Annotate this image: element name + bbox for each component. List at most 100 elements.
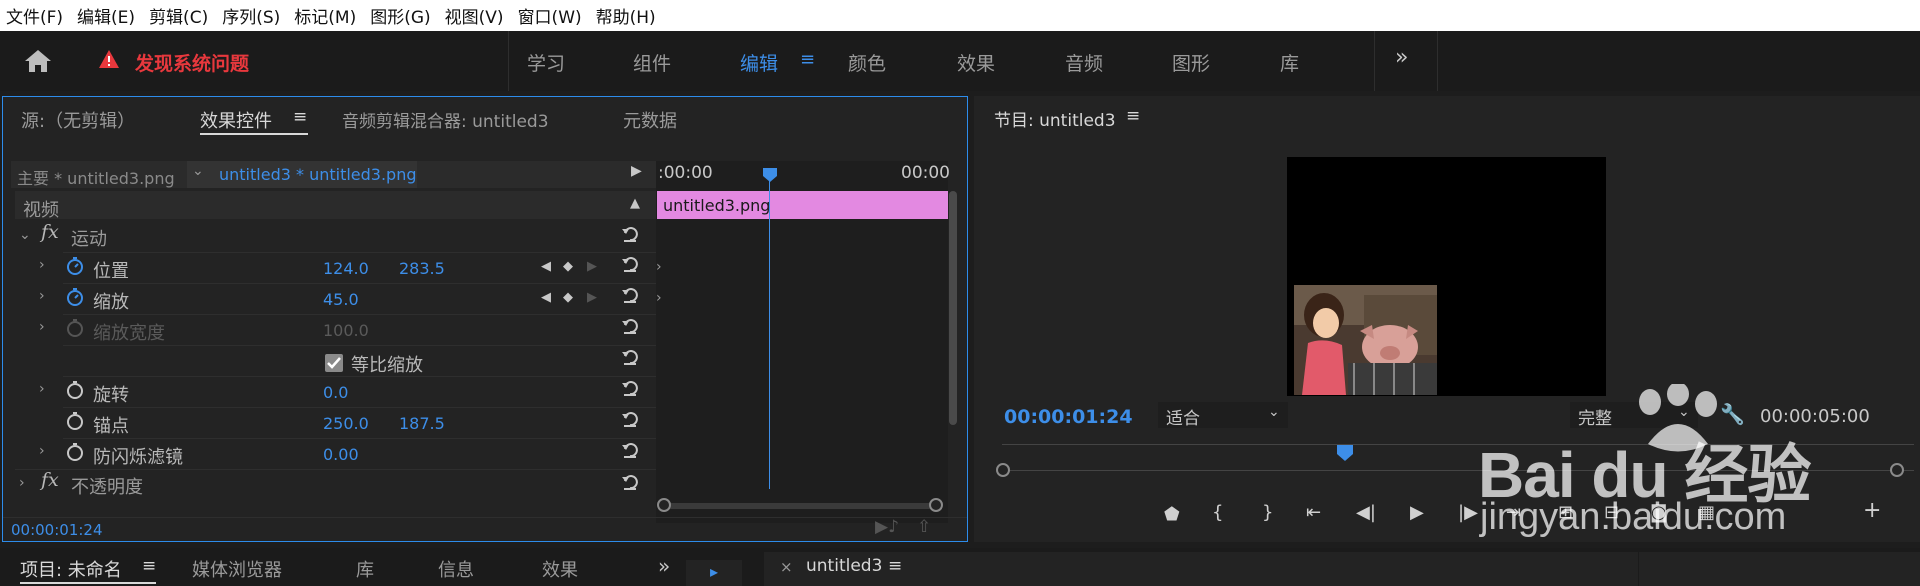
position-x-value[interactable]: 124.0 (323, 259, 369, 278)
zoom-scrollbar[interactable] (663, 503, 939, 509)
quality-dropdown[interactable]: 完整 ⌄ (1570, 402, 1698, 429)
prev-keyframe-icon[interactable]: ◀ (541, 290, 551, 305)
uniform-scale-checkbox[interactable] (325, 354, 343, 372)
anti-flicker-value[interactable]: 0.00 (323, 445, 359, 464)
lift-icon[interactable]: ⊞ (1558, 502, 1573, 523)
stopwatch-icon[interactable] (66, 411, 84, 431)
tab-libraries[interactable]: 库 (1280, 49, 1299, 76)
menu-edit[interactable]: 编辑(E) (77, 3, 135, 28)
reset-icon[interactable] (621, 286, 639, 304)
playhead-icon[interactable] (762, 167, 778, 183)
prev-keyframe-icon[interactable]: ◀ (541, 259, 551, 274)
menu-sequence[interactable]: 序列(S) (222, 3, 280, 28)
export-frame-icon[interactable]: ⇧ (917, 517, 931, 537)
scale-value[interactable]: 45.0 (323, 290, 359, 309)
timeline-menu-icon[interactable]: ≡ (888, 556, 902, 576)
reset-icon[interactable] (621, 225, 639, 243)
expand-chevron-icon[interactable]: › (39, 443, 45, 459)
menu-window[interactable]: 窗口(W) (518, 3, 582, 28)
stopwatch-icon[interactable] (66, 380, 84, 400)
more-tabs-icon[interactable]: » (658, 554, 670, 578)
sequence-clip-label[interactable]: untitled3 * untitled3.png (219, 165, 417, 184)
menu-marker[interactable]: 标记(M) (294, 3, 356, 28)
effect-controls-menu-icon[interactable]: ≡ (293, 107, 307, 127)
anchor-x-value[interactable]: 250.0 (323, 414, 369, 433)
master-clip-label[interactable]: 主要 * untitled3.png (17, 165, 175, 189)
tab-graphics[interactable]: 图形 (1172, 49, 1210, 76)
scrub-handle-right[interactable] (1890, 463, 1904, 477)
program-playhead-icon[interactable] (1336, 444, 1354, 462)
home-icon[interactable] (24, 49, 52, 73)
more-workspaces-icon[interactable]: » (1395, 45, 1408, 70)
fx-icon[interactable]: fx (41, 469, 59, 491)
program-menu-icon[interactable]: ≡ (1126, 106, 1140, 126)
reset-icon[interactable] (621, 410, 639, 428)
reset-icon[interactable] (621, 379, 639, 397)
menu-view[interactable]: 视图(V) (445, 3, 504, 28)
program-scrubbar[interactable] (1002, 470, 1914, 471)
comparison-view-icon[interactable]: ▦ (1698, 502, 1715, 523)
export-frame-icon[interactable]: ◙ (1650, 502, 1667, 523)
mark-out-icon[interactable]: } (1262, 502, 1273, 523)
tab-editing[interactable]: 编辑 (740, 49, 778, 76)
step-forward-icon[interactable]: |▶ (1458, 502, 1478, 523)
step-back-icon[interactable]: ◀| (1356, 502, 1376, 523)
tab-assembly[interactable]: 组件 (633, 49, 671, 76)
tab-editing-menu-icon[interactable]: ≡ (800, 49, 815, 70)
reset-icon[interactable] (621, 255, 639, 273)
rotation-value[interactable]: 0.0 (323, 383, 348, 402)
tab-metadata[interactable]: 元数据 (623, 107, 677, 133)
project-menu-icon[interactable]: ≡ (142, 556, 156, 576)
close-tab-icon[interactable]: × (780, 558, 793, 576)
tab-source[interactable]: 源:（无剪辑） (21, 107, 135, 133)
expand-chevron-icon[interactable]: ⌄ (19, 227, 31, 243)
expand-chevron-icon[interactable]: › (39, 288, 45, 304)
expand-chevron-icon[interactable]: › (19, 475, 25, 491)
add-marker-icon[interactable]: ⬟ (1164, 504, 1180, 525)
go-to-in-icon[interactable]: ⇤ (1306, 502, 1321, 523)
collapse-up-icon[interactable]: ▲ (630, 196, 640, 211)
menu-file[interactable]: 文件(F) (6, 3, 63, 28)
stopwatch-icon[interactable] (66, 287, 84, 307)
menu-help[interactable]: 帮助(H) (596, 3, 656, 28)
fx-icon[interactable]: fx (41, 221, 59, 243)
tab-effect-controls[interactable]: 效果控件 (200, 107, 272, 133)
tab-learn[interactable]: 学习 (527, 49, 565, 76)
play-only-clip-icon[interactable]: ▶ (631, 163, 642, 179)
expand-chevron-icon[interactable]: › (39, 381, 45, 397)
tab-effects-panel[interactable]: 效果 (542, 556, 578, 582)
tab-audio[interactable]: 音频 (1065, 49, 1103, 76)
tab-audio-mixer[interactable]: 音频剪辑混合器: untitled3 (342, 107, 549, 132)
program-title[interactable]: 节目: untitled3 (994, 106, 1116, 131)
add-keyframe-icon[interactable]: ◆ (563, 290, 573, 305)
expand-chevron-icon[interactable]: › (39, 319, 45, 335)
tab-effects[interactable]: 效果 (957, 49, 995, 76)
audio-only-icon[interactable]: ▶♪ (875, 517, 899, 537)
menu-clip[interactable]: 剪辑(C) (149, 3, 208, 28)
position-y-value[interactable]: 283.5 (399, 259, 445, 278)
stopwatch-icon[interactable] (66, 442, 84, 462)
stopwatch-icon[interactable] (66, 256, 84, 276)
play-icon[interactable]: ▶ (1410, 502, 1424, 523)
menu-graphics[interactable]: 图形(G) (370, 3, 430, 28)
reset-icon[interactable] (621, 348, 639, 366)
selection-tool-icon[interactable]: ▸ (710, 562, 718, 581)
next-keyframe-icon[interactable]: ▶ (587, 290, 597, 305)
reset-icon[interactable] (621, 317, 639, 335)
mark-in-icon[interactable]: { (1212, 502, 1223, 523)
reset-icon[interactable] (621, 441, 639, 459)
wrench-icon[interactable]: 🔧 (1720, 402, 1745, 426)
reset-icon[interactable] (621, 473, 639, 491)
add-button-icon[interactable]: + (1863, 498, 1881, 523)
scrub-handle-left[interactable] (996, 463, 1010, 477)
fit-dropdown[interactable]: 适合 ⌄ (1158, 402, 1288, 429)
next-keyframe-icon[interactable]: ▶ (587, 259, 597, 274)
tab-timeline[interactable]: untitled3 (806, 556, 882, 576)
expand-chevron-icon[interactable]: › (39, 257, 45, 273)
add-keyframe-icon[interactable]: ◆ (563, 259, 573, 274)
vertical-scrollbar[interactable] (949, 191, 957, 425)
zoom-handle-left[interactable] (657, 498, 671, 512)
tab-project[interactable]: 项目: 未命名 (20, 556, 122, 582)
tab-libraries[interactable]: 库 (356, 556, 374, 582)
go-to-out-icon[interactable]: ⇥ (1506, 502, 1521, 523)
